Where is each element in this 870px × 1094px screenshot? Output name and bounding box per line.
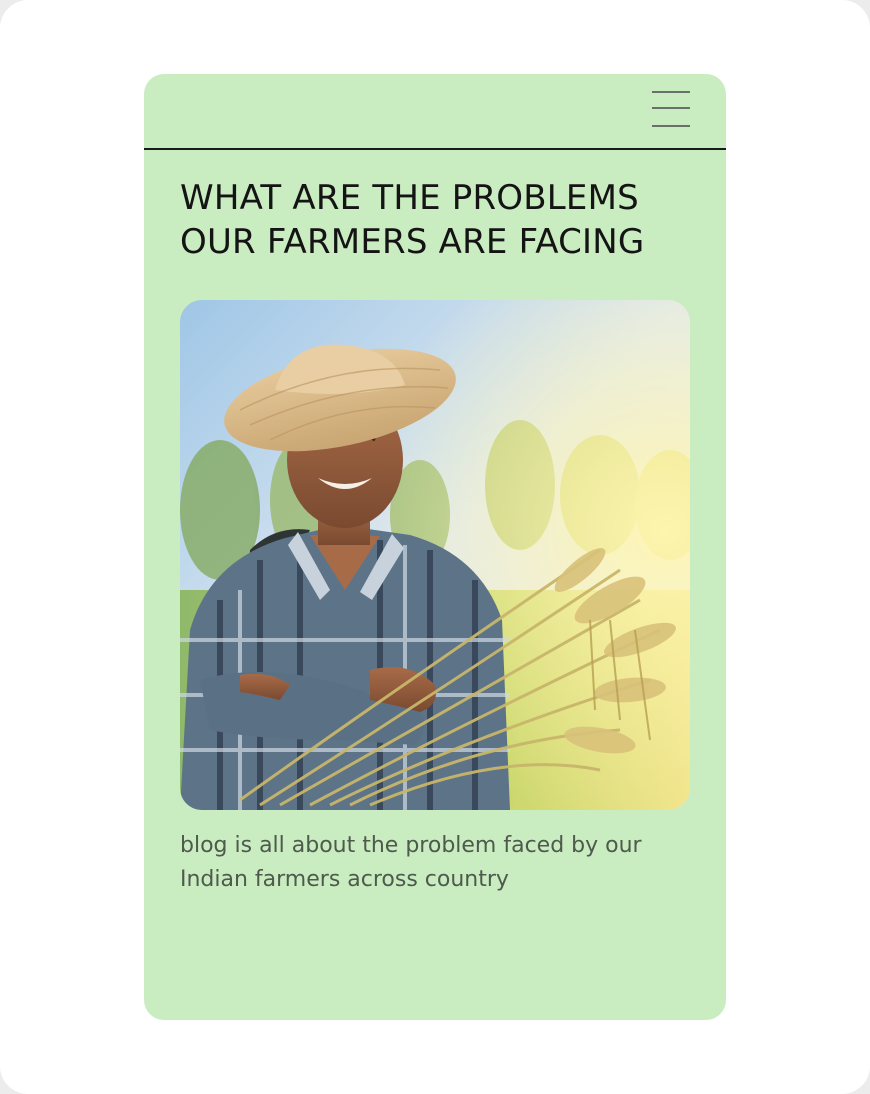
screen-frame: WHAT ARE THE PROBLEMS OUR FARMERS ARE FA… (0, 0, 870, 1094)
article-description: blog is all about the problem faced by o… (180, 833, 642, 892)
blog-card: WHAT ARE THE PROBLEMS OUR FARMERS ARE FA… (144, 74, 726, 1020)
menu-bar-middle (652, 107, 690, 109)
article-title: WHAT ARE THE PROBLEMS OUR FARMERS ARE FA… (180, 178, 645, 262)
menu-bar-bottom (652, 125, 690, 127)
hamburger-menu-icon[interactable] (648, 88, 692, 130)
farmer-photo (180, 300, 690, 810)
header-divider (144, 148, 726, 150)
card-header (144, 74, 726, 148)
menu-bar-top (652, 91, 690, 93)
